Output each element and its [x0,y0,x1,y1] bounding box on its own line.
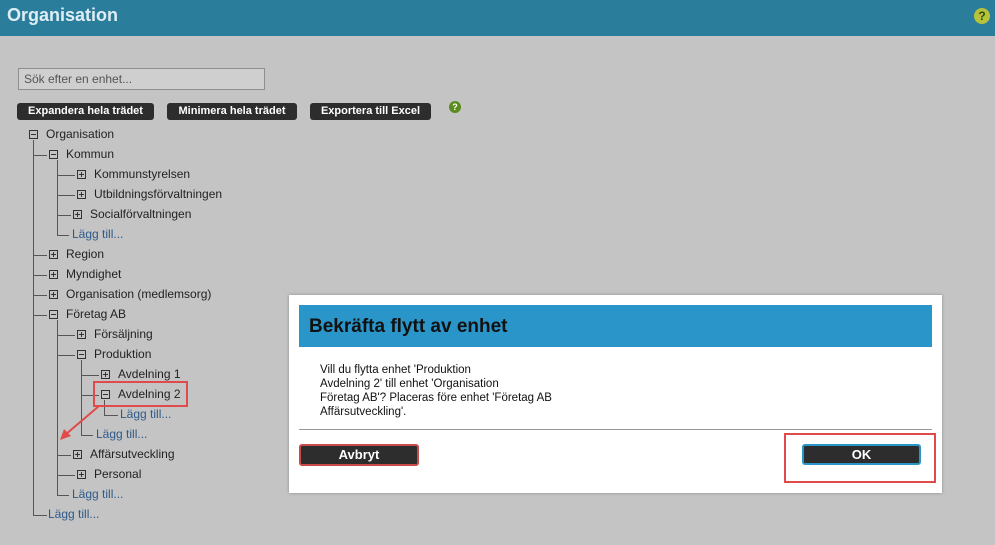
tree-node-avdelning-1[interactable]: Avdelning 1 [118,367,181,381]
tree-node-kommun[interactable]: Kommun [66,147,114,161]
tree-connector [57,455,71,456]
tree-connector [33,275,47,276]
tree-node-forsaljning[interactable]: Försäljning [94,327,153,341]
collapse-icon[interactable] [29,130,38,139]
tree-connector [57,215,71,216]
tree-connector [57,235,69,236]
app-header: Organisation ? [0,0,995,36]
expand-tree-button[interactable]: Expandera hela trädet [17,103,154,120]
expand-icon[interactable] [49,250,58,259]
expand-icon[interactable] [73,450,82,459]
dialog-divider [299,429,932,430]
expand-icon[interactable] [49,270,58,279]
tree-node-socialforvaltningen[interactable]: Socialförvaltningen [90,207,191,221]
tree-connector [57,195,75,196]
collapse-tree-button[interactable]: Minimera hela trädet [167,103,297,120]
tree-node-produktion[interactable]: Produktion [94,347,151,361]
tree-connector [33,155,47,156]
highlight-box [93,381,188,407]
drag-arrow-icon [60,405,100,440]
expand-icon[interactable] [101,370,110,379]
expand-icon[interactable] [77,190,86,199]
tree-connector [81,375,99,376]
tree-connector [33,515,47,516]
tree-node-foretag-ab[interactable]: Företag AB [66,307,126,321]
ok-button[interactable]: OK [802,444,921,465]
cancel-button[interactable]: Avbryt [299,444,419,466]
expand-icon[interactable] [49,290,58,299]
tree-connector [33,295,47,296]
search-input[interactable] [18,68,265,90]
collapse-icon[interactable] [49,310,58,319]
tree-node-organisation[interactable]: Organisation [46,127,114,141]
expand-icon[interactable] [77,330,86,339]
tree-node-medlemsorg[interactable]: Organisation (medlemsorg) [66,287,211,301]
dialog-message-line: Företag AB'? Placeras före enhet 'Företa… [320,392,552,404]
tree-connector [104,415,118,416]
dialog-message-line: Vill du flytta enhet 'Produktion [320,364,471,376]
tree-connector [33,315,47,316]
dialog-message: Vill du flytta enhet 'Produktion Avdelni… [320,363,565,419]
export-excel-button[interactable]: Exportera till Excel [310,103,431,120]
dialog-message-line: Affärsutveckling'. [320,406,407,418]
tree-connector [33,255,47,256]
tree-node-kommunstyrelsen[interactable]: Kommunstyrelsen [94,167,190,181]
help-icon[interactable]: ? [974,8,990,24]
expand-icon[interactable] [73,210,82,219]
tree-node-personal[interactable]: Personal [94,467,141,481]
add-link[interactable]: Lägg till... [120,407,171,421]
expand-icon[interactable] [77,470,86,479]
dialog-header: Bekräfta flytt av enhet [299,305,932,347]
dialog-title: Bekräfta flytt av enhet [309,316,508,337]
tree-node-affarsutveckling[interactable]: Affärsutveckling [90,447,175,461]
tree-node-utbildningsforvaltningen[interactable]: Utbildningsförvaltningen [94,187,222,201]
dialog-message-line: Avdelning 2' till enhet 'Organisation [320,378,499,390]
expand-icon[interactable] [77,170,86,179]
tree-node-myndighet[interactable]: Myndighet [66,267,121,281]
page-title: Organisation [7,5,119,25]
tree-connector [57,355,75,356]
tree-connector [57,495,69,496]
confirm-move-dialog: Bekräfta flytt av enhet Vill du flytta e… [289,295,942,493]
add-link[interactable]: Lägg till... [72,487,123,501]
add-link[interactable]: Lägg till... [48,507,99,521]
help-icon[interactable]: ? [449,101,461,113]
add-link[interactable]: Lägg till... [72,227,123,241]
tree-connector [57,475,75,476]
tree-connector [33,140,34,515]
tree-connector [57,175,75,176]
tree-connector [57,335,75,336]
tree-node-region[interactable]: Region [66,247,104,261]
tree-connector [57,160,58,235]
collapse-icon[interactable] [77,350,86,359]
collapse-icon[interactable] [49,150,58,159]
